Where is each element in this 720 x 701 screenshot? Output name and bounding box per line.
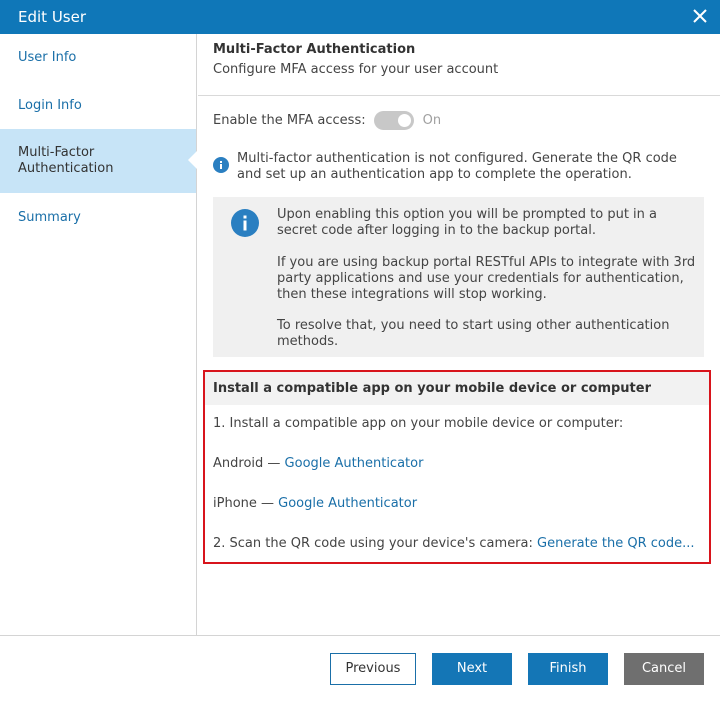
info-box: Upon enabling this option you will be pr… (213, 197, 704, 357)
generate-qr-code-link[interactable]: Generate the QR code... (537, 536, 694, 551)
iphone-row: iPhone — Google Authenticator (213, 496, 417, 511)
wizard-sidebar: User Info Login Info Multi-Factor Authen… (0, 34, 197, 635)
notice-text: Multi-factor authentication is not confi… (237, 151, 677, 182)
install-step-1: 1. Install a compatible app on your mobi… (213, 416, 624, 431)
android-label: Android — (213, 456, 281, 471)
android-google-authenticator-link[interactable]: Google Authenticator (285, 456, 424, 471)
dialog-titlebar: Edit User (0, 0, 720, 34)
android-row: Android — Google Authenticator (213, 456, 423, 471)
info-circle-icon (231, 209, 259, 237)
install-step-2: 2. Scan the QR code using your device's … (213, 536, 695, 551)
sidebar-item-summary[interactable]: Summary (0, 210, 196, 226)
step-2-text: 2. Scan the QR code using your device's … (213, 536, 533, 551)
install-app-section: Install a compatible app on your mobile … (203, 370, 711, 564)
sidebar-item-label-line1: Multi-Factor (18, 145, 95, 160)
step-content: Enable the MFA access: On Multi-factor a… (198, 97, 720, 635)
step-header: Multi-Factor Authentication Configure MF… (198, 34, 720, 96)
step-subtitle: Configure MFA access for your user accou… (213, 62, 499, 77)
mfa-toggle-label: Enable the MFA access: (213, 112, 366, 128)
mfa-toggle-state: On (422, 112, 442, 128)
info-icon (213, 157, 229, 173)
sidebar-item-label-line2: Authentication (18, 161, 114, 176)
info-paragraph: Upon enabling this option you will be pr… (277, 207, 658, 238)
wizard-footer: Previous Next Finish Cancel (0, 635, 720, 701)
sidebar-item-label: User Info (18, 50, 77, 65)
active-indicator-arrow (188, 151, 197, 169)
mfa-not-configured-notice: Multi-factor authentication is not confi… (213, 151, 703, 183)
sidebar-item-multi-factor-authentication[interactable]: Multi-Factor Authentication (0, 129, 197, 193)
close-icon[interactable] (690, 6, 710, 26)
toggle-knob (397, 113, 411, 127)
sidebar-item-user-info[interactable]: User Info (0, 50, 196, 66)
install-section-heading-bar: Install a compatible app on your mobile … (205, 372, 709, 405)
step-title: Multi-Factor Authentication (213, 42, 416, 57)
cancel-button[interactable]: Cancel (624, 653, 704, 685)
iphone-label: iPhone — (213, 496, 275, 511)
sidebar-item-login-info[interactable]: Login Info (0, 98, 196, 114)
sidebar-item-label: Summary (18, 210, 81, 225)
mfa-toggle-row: Enable the MFA access: On (213, 110, 441, 130)
iphone-google-authenticator-link[interactable]: Google Authenticator (278, 496, 417, 511)
info-paragraph: To resolve that, you need to start using… (277, 318, 670, 349)
previous-button[interactable]: Previous (330, 653, 416, 685)
sidebar-item-label: Login Info (18, 98, 82, 113)
finish-button[interactable]: Finish (528, 653, 608, 685)
next-button[interactable]: Next (432, 653, 512, 685)
install-section-heading: Install a compatible app on your mobile … (213, 381, 652, 396)
mfa-toggle-switch[interactable] (373, 110, 414, 130)
info-paragraph: If you are using backup portal RESTful A… (277, 255, 696, 302)
dialog-title: Edit User (18, 8, 87, 26)
